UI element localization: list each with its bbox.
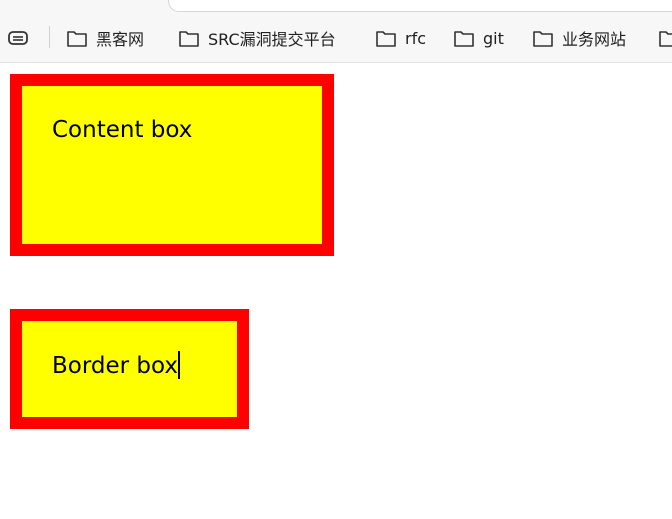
content-box: Content box xyxy=(10,74,334,256)
bookmark-folder-src[interactable]: SRC漏洞提交平台 xyxy=(178,26,336,50)
tab-search-icon[interactable] xyxy=(6,28,32,48)
bookmark-label: git xyxy=(483,28,504,48)
folder-icon xyxy=(532,28,554,48)
border-box-label-wrap[interactable]: Border box xyxy=(52,351,180,379)
bookmark-folder-heike[interactable]: 黑客网 xyxy=(66,26,144,50)
bookmark-label: rfc xyxy=(405,28,427,48)
bookmark-label: SRC漏洞提交平台 xyxy=(208,30,336,49)
bookmark-folder-business[interactable]: 业务网站 xyxy=(532,26,626,50)
bookmark-folder-rfc[interactable]: rfc xyxy=(375,26,426,50)
text-caret xyxy=(178,351,180,379)
border-box: Border box xyxy=(10,309,249,429)
bookmarks-bar: 黑客网 SRC漏洞提交平台 rfc git 业务网站 xyxy=(0,22,672,54)
border-box-label: Border box xyxy=(52,353,178,379)
browser-chrome: 黑客网 SRC漏洞提交平台 rfc git 业务网站 xyxy=(0,0,672,63)
bookmark-label: 业务网站 xyxy=(562,30,627,49)
content-box-label: Content box xyxy=(52,117,193,143)
bookmark-label: 黑客网 xyxy=(96,30,145,49)
bookmarks-divider xyxy=(49,26,50,48)
folder-icon xyxy=(658,28,672,48)
bookmark-folder-git[interactable]: git xyxy=(453,26,504,50)
folder-icon xyxy=(66,28,88,48)
address-bar[interactable] xyxy=(168,0,672,12)
folder-icon xyxy=(375,28,397,48)
bookmark-folder-overflow[interactable] xyxy=(658,26,672,50)
folder-icon xyxy=(453,28,475,48)
folder-icon xyxy=(178,28,200,48)
